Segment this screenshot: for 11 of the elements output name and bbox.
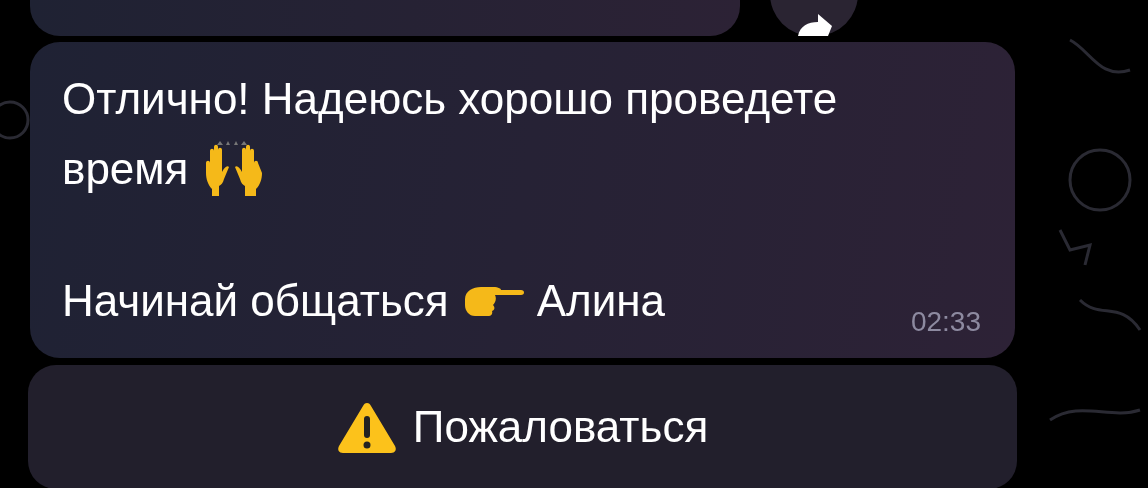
message-text: время (62, 143, 189, 195)
message-text: Алина (536, 275, 665, 327)
doodle-line (1058, 229, 1093, 266)
message-text: Отлично! Надеюсь хорошо проведете (62, 73, 838, 125)
message-text: Начинай общаться (62, 275, 449, 327)
doodle-line (1069, 38, 1131, 74)
message-time: 02:33 (910, 306, 981, 338)
doodle-line (1079, 298, 1142, 331)
warning-icon (336, 401, 397, 453)
report-button[interactable]: Пожаловаться (28, 365, 1017, 488)
doodle-circle (1068, 148, 1132, 212)
